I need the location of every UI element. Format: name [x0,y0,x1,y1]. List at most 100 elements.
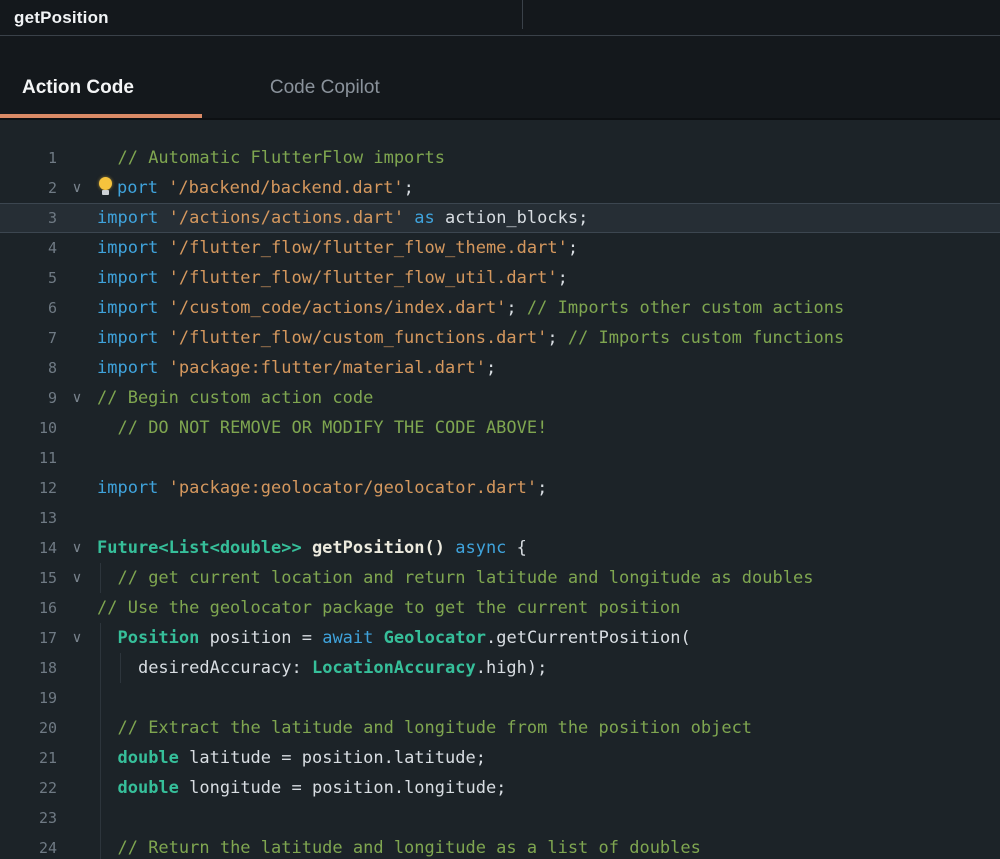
line-number: 18 [0,653,57,683]
fold-chevron-icon[interactable]: ∨ [57,623,97,653]
code-line[interactable]: 20 // Extract the latitude and longitude… [0,713,1000,743]
gutter: 8 [0,353,97,383]
line-number: 14 [0,533,57,563]
fold-chevron-icon[interactable]: ∨ [57,563,97,593]
code-text: desiredAccuracy: LocationAccuracy.high); [97,653,1000,683]
gutter: 13 [0,503,97,533]
line-number: 8 [0,353,57,383]
code-token: import [97,268,158,288]
code-line[interactable]: 8import 'package:flutter/material.dart'; [0,353,1000,383]
code-token: ; [506,298,516,318]
line-number: 9 [0,383,57,413]
code-line[interactable]: 5import '/flutter_flow/flutter_flow_util… [0,263,1000,293]
code-text: // Use the geolocator package to get the… [97,593,1000,623]
code-token: Future<List<double>> [97,538,302,558]
code-line[interactable]: 2∨port '/backend/backend.dart'; [0,173,1000,203]
code-line[interactable]: 11 [0,443,1000,473]
code-line[interactable]: 9∨// Begin custom action code [0,383,1000,413]
code-token: double [117,748,178,768]
code-token: // Automatic FlutterFlow imports [117,148,445,168]
code-text: port '/backend/backend.dart'; [97,173,1000,203]
code-text [97,683,1000,713]
code-text: import '/flutter_flow/flutter_flow_theme… [97,233,1000,263]
fold-spacer [57,773,97,803]
code-token: LocationAccuracy [312,658,476,678]
code-line[interactable]: 12import 'package:geolocator/geolocator.… [0,473,1000,503]
code-token: // Imports custom functions [558,328,845,348]
gutter: 3 [0,203,97,233]
fold-spacer [57,593,97,623]
code-editor[interactable]: 1 // Automatic FlutterFlow imports2∨port… [0,120,1000,859]
indent-guide [100,563,101,593]
code-line[interactable]: 1 // Automatic FlutterFlow imports [0,143,1000,173]
fold-spacer [57,713,97,743]
fold-spacer [57,143,97,173]
line-number: 10 [0,413,57,443]
code-token: ; [486,358,496,378]
code-line-highlighted[interactable]: 3import '/actions/actions.dart' as actio… [0,203,1000,233]
code-token: port [117,178,158,198]
code-token: latitude = position.latitude; [179,748,486,768]
gutter: 17∨ [0,623,97,653]
code-token: .high); [476,658,548,678]
gutter: 23 [0,803,97,833]
gutter: 12 [0,473,97,503]
line-number: 19 [0,683,57,713]
tab-action-code[interactable]: Action Code [0,36,202,118]
line-number: 13 [0,503,57,533]
code-line[interactable]: 19 [0,683,1000,713]
code-line[interactable]: 23 [0,803,1000,833]
code-token: ; [537,478,547,498]
code-token: '/backend/backend.dart' [158,178,404,198]
code-line[interactable]: 6import '/custom_code/actions/index.dart… [0,293,1000,323]
code-line[interactable]: 18 desiredAccuracy: LocationAccuracy.hig… [0,653,1000,683]
code-text: // get current location and return latit… [97,563,1000,593]
code-token: .getCurrentPosition( [486,628,691,648]
gutter: 4 [0,233,97,263]
code-line[interactable]: 13 [0,503,1000,533]
code-line[interactable]: 4import '/flutter_flow/flutter_flow_them… [0,233,1000,263]
fold-chevron-icon[interactable]: ∨ [57,383,97,413]
line-number: 17 [0,623,57,653]
action-name-tab[interactable]: getPosition [0,0,109,35]
quick-fix-lightbulb-icon[interactable] [97,175,117,197]
line-number: 21 [0,743,57,773]
code-token: ; [568,238,578,258]
code-line[interactable]: 24 // Return the latitude and longitude … [0,833,1000,859]
code-line[interactable]: 21 double latitude = position.latitude; [0,743,1000,773]
gutter: 9∨ [0,383,97,413]
fold-spacer [57,233,97,263]
code-token: longitude = position.longitude; [179,778,507,798]
code-line[interactable]: 15∨ // get current location and return l… [0,563,1000,593]
tab-code-copilot[interactable]: Code Copilot [270,36,380,118]
code-token: { [506,538,526,558]
code-token: async [445,538,506,558]
fold-chevron-icon[interactable]: ∨ [57,533,97,563]
gutter: 7 [0,323,97,353]
code-line[interactable]: 22 double longitude = position.longitude… [0,773,1000,803]
code-token [373,628,383,648]
code-token: ; [558,268,568,288]
fold-spacer [57,263,97,293]
code-line[interactable]: 7import '/flutter_flow/custom_functions.… [0,323,1000,353]
code-token: // Extract the latitude and longitude fr… [117,718,752,738]
indent-whitespace [97,148,117,168]
code-line[interactable]: 16// Use the geolocator package to get t… [0,593,1000,623]
gutter: 2∨ [0,173,97,203]
code-text: Position position = await Geolocator.get… [97,623,1000,653]
indent-guide [100,713,101,743]
code-line[interactable]: 17∨ Position position = await Geolocator… [0,623,1000,653]
code-text: Future<List<double>> getPosition() async… [97,533,1000,563]
code-token: desiredAccuracy: [138,658,312,678]
code-token: // get current location and return latit… [117,568,813,588]
code-token: // Use the geolocator package to get the… [97,598,680,618]
code-line[interactable]: 14∨Future<List<double>> getPosition() as… [0,533,1000,563]
code-token: double [117,778,178,798]
code-token: '/actions/actions.dart' [158,208,404,228]
fold-chevron-icon[interactable]: ∨ [57,173,97,203]
line-number: 23 [0,803,57,833]
indent-guide [120,653,121,683]
fold-spacer [57,413,97,443]
code-line[interactable]: 10 // DO NOT REMOVE OR MODIFY THE CODE A… [0,413,1000,443]
code-token: // Return the latitude and longitude as … [117,838,700,858]
